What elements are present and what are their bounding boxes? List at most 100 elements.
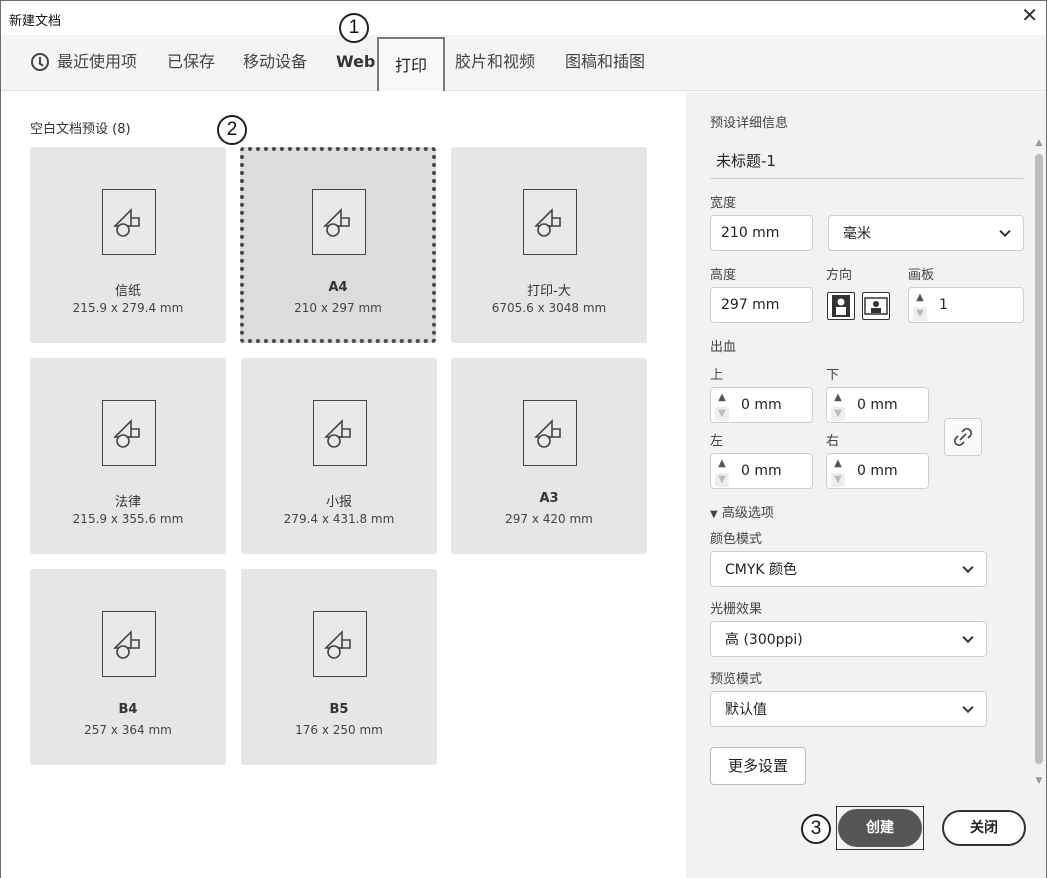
- chevron-up-icon[interactable]: ▲: [831, 391, 845, 405]
- close-button[interactable]: 关闭: [942, 810, 1026, 846]
- width-input[interactable]: 210 mm: [710, 215, 813, 251]
- tab-film-video[interactable]: 胶片和视频: [455, 49, 535, 75]
- close-icon[interactable]: ✕: [1021, 5, 1038, 25]
- orientation-label: 方向: [826, 268, 853, 283]
- chevron-down-icon: [962, 631, 974, 644]
- preview-mode-value: 默认值: [725, 702, 767, 718]
- preset-size: 215.9 x 355.6 mm: [72, 512, 184, 526]
- preset-name: 法律: [114, 495, 141, 510]
- document-icon: [102, 611, 156, 677]
- chevron-down-icon[interactable]: ▼: [715, 473, 729, 487]
- chevron-down-icon: [999, 225, 1011, 238]
- preset-name: 信纸: [114, 284, 141, 299]
- preset-details-panel: 预设详细信息 未标题-1 宽度 210 mm 毫米 高度 方向 画板 297 m…: [686, 92, 1046, 878]
- preset-card-print-large[interactable]: 打印-大 6705.6 x 3048 mm: [451, 147, 647, 343]
- color-mode-select[interactable]: CMYK 颜色: [710, 551, 987, 587]
- preset-card-a4[interactable]: A4 210 x 297 mm: [240, 147, 436, 343]
- chevron-down-icon[interactable]: ▼: [715, 407, 729, 421]
- preset-size: 210 x 297 mm: [294, 301, 382, 315]
- bleed-top-stepper[interactable]: ▲ ▼ 0 mm: [710, 387, 813, 423]
- create-button[interactable]: 创建: [838, 809, 922, 847]
- stepper-arrows[interactable]: ▲ ▼: [911, 290, 929, 322]
- document-name-field[interactable]: 未标题-1: [716, 150, 776, 171]
- artboards-stepper[interactable]: ▲ ▼ 1: [908, 287, 1024, 323]
- presets-panel: 空白文档预设 (8) 信纸 215.9 x 279.4 mm A4 210 x …: [1, 92, 686, 878]
- details-scrollbar[interactable]: ▲ ▼: [1034, 138, 1044, 786]
- tab-web[interactable]: Web: [336, 49, 375, 75]
- bleed-left-stepper[interactable]: ▲ ▼ 0 mm: [710, 453, 813, 489]
- bleed-right-value: 0 mm: [857, 463, 898, 479]
- stepper-arrows[interactable]: ▲ ▼: [713, 390, 731, 422]
- preset-name: 小报: [325, 495, 352, 510]
- preset-card-a3[interactable]: A3 297 x 420 mm: [451, 358, 647, 554]
- preset-size: 176 x 250 mm: [295, 723, 383, 737]
- preset-name: B5: [329, 702, 349, 717]
- document-icon: [313, 400, 367, 466]
- link-bleed-button[interactable]: [944, 418, 982, 456]
- tab-art-illustration[interactable]: 图稿和插图: [565, 49, 645, 75]
- chevron-down-icon[interactable]: ▼: [1034, 776, 1044, 786]
- portrait-orientation-icon[interactable]: [827, 292, 855, 320]
- bleed-bottom-stepper[interactable]: ▲ ▼ 0 mm: [826, 387, 929, 423]
- preset-size: 297 x 420 mm: [505, 512, 593, 526]
- clock-icon: [31, 53, 49, 71]
- chevron-down-icon: [962, 561, 974, 574]
- preset-card-tabloid[interactable]: 小报 279.4 x 431.8 mm: [241, 358, 437, 554]
- name-underline: [710, 178, 1023, 179]
- raster-effects-select[interactable]: 高 (300ppi): [710, 621, 987, 657]
- height-label: 高度: [710, 268, 737, 283]
- tab-recent[interactable]: 最近使用项: [57, 49, 137, 75]
- chevron-up-icon[interactable]: ▲: [913, 291, 927, 305]
- chevron-down-icon: [962, 701, 974, 714]
- chevron-down-icon[interactable]: ▼: [831, 473, 845, 487]
- color-mode-label: 颜色模式: [710, 532, 763, 547]
- bleed-left-value: 0 mm: [741, 463, 782, 479]
- bleed-label: 出血: [710, 340, 737, 355]
- preset-name: A3: [539, 491, 559, 506]
- preset-size: 279.4 x 431.8 mm: [283, 512, 395, 526]
- tab-saved[interactable]: 已保存: [167, 49, 215, 75]
- height-input[interactable]: 297 mm: [710, 287, 813, 323]
- callout-marker-3: 3: [801, 814, 831, 844]
- chevron-up-icon[interactable]: ▲: [1034, 138, 1044, 148]
- landscape-orientation-icon[interactable]: [862, 292, 890, 320]
- width-value: 210 mm: [721, 225, 780, 241]
- artboards-value: 1: [939, 297, 948, 313]
- category-tab-bar: 最近使用项 已保存 移动设备 Web 打印 胶片和视频 图稿和插图: [1, 35, 1046, 91]
- preset-card-legal[interactable]: 法律 215.9 x 355.6 mm: [30, 358, 226, 554]
- stepper-arrows[interactable]: ▲ ▼: [829, 390, 847, 422]
- width-label: 宽度: [710, 196, 737, 211]
- tab-mobile[interactable]: 移动设备: [243, 49, 307, 75]
- bleed-bottom-label: 下: [826, 368, 840, 383]
- bleed-right-stepper[interactable]: ▲ ▼ 0 mm: [826, 453, 929, 489]
- tab-print[interactable]: 打印: [377, 37, 446, 91]
- chevron-down-icon[interactable]: ▼: [913, 307, 927, 321]
- title-bar: 新建文档 ✕: [1, 1, 1046, 35]
- chevron-up-icon[interactable]: ▲: [831, 457, 845, 471]
- stepper-arrows[interactable]: ▲ ▼: [829, 456, 847, 488]
- chevron-down-icon[interactable]: ▼: [831, 407, 845, 421]
- document-icon: [102, 189, 156, 255]
- bleed-bottom-value: 0 mm: [857, 397, 898, 413]
- unit-select[interactable]: 毫米: [828, 215, 1024, 251]
- chevron-up-icon[interactable]: ▲: [715, 391, 729, 405]
- preset-card-letter[interactable]: 信纸 215.9 x 279.4 mm: [30, 147, 226, 343]
- preset-card-b4[interactable]: B4 257 x 364 mm: [30, 569, 226, 765]
- chevron-up-icon[interactable]: ▲: [715, 457, 729, 471]
- scrollbar-thumb[interactable]: [1035, 154, 1043, 764]
- preset-size: 6705.6 x 3048 mm: [491, 301, 607, 315]
- bleed-left-label: 左: [710, 434, 724, 449]
- preset-card-b5[interactable]: B5 176 x 250 mm: [241, 569, 437, 765]
- more-settings-button[interactable]: 更多设置: [710, 747, 806, 785]
- document-icon: [102, 400, 156, 466]
- preset-size: 257 x 364 mm: [84, 723, 172, 737]
- unit-value: 毫米: [843, 226, 871, 242]
- preview-mode-select[interactable]: 默认值: [710, 691, 987, 727]
- bleed-top-label: 上: [710, 368, 724, 383]
- stepper-arrows[interactable]: ▲ ▼: [713, 456, 731, 488]
- advanced-options-label: 高级选项: [721, 506, 774, 521]
- preset-name: A4: [328, 280, 348, 295]
- preset-size: 215.9 x 279.4 mm: [72, 301, 184, 315]
- artboards-label: 画板: [908, 268, 935, 283]
- advanced-options-toggle[interactable]: ▼ 高级选项: [710, 502, 774, 521]
